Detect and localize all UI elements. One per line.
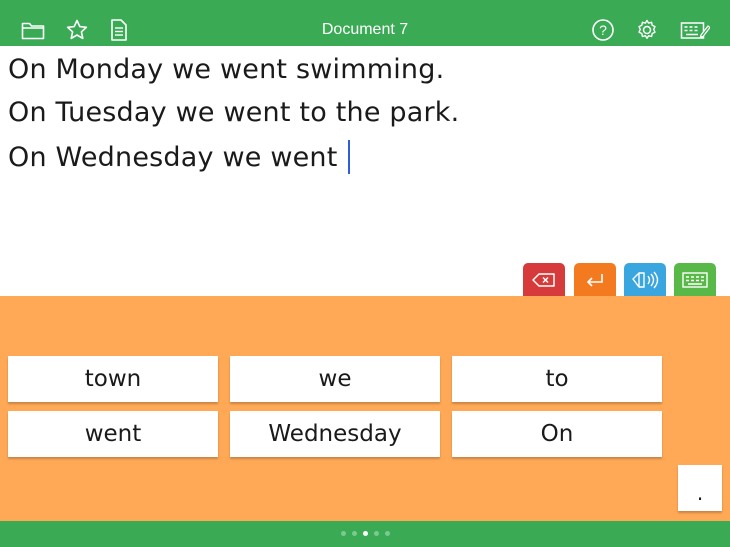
- bottom-bar: [0, 521, 730, 547]
- word-button[interactable]: went: [8, 411, 218, 457]
- word-button[interactable]: we: [230, 356, 440, 402]
- document-line: On Wednesday we went: [8, 142, 338, 173]
- page-dot[interactable]: [351, 531, 357, 536]
- speak-button[interactable]: [624, 263, 666, 297]
- backspace-icon: [532, 273, 555, 287]
- word-button[interactable]: to: [452, 356, 662, 402]
- document-editor[interactable]: On Monday we went swimming. On Tuesday w…: [0, 46, 730, 296]
- page-dot-current[interactable]: [362, 531, 368, 536]
- word-panel: [0, 296, 730, 521]
- keyboard-icon: [682, 272, 708, 288]
- document-line: On Monday we went swimming.: [8, 54, 445, 85]
- word-button[interactable]: Wednesday: [230, 411, 440, 457]
- page-dot[interactable]: [373, 531, 379, 536]
- page-dot[interactable]: [384, 531, 390, 536]
- keyboard-button[interactable]: [674, 263, 716, 297]
- delete-button[interactable]: [523, 263, 565, 297]
- return-icon: [586, 274, 603, 287]
- svg-text:?: ?: [599, 22, 607, 38]
- settings-icon[interactable]: [634, 17, 660, 43]
- word-button[interactable]: On: [452, 411, 662, 457]
- document-line-current: On Wednesday we went: [8, 140, 350, 174]
- keyboard-edit-icon[interactable]: [680, 17, 710, 43]
- speaker-icon: [632, 271, 659, 289]
- document-line: On Tuesday we went to the park.: [8, 97, 460, 128]
- word-button[interactable]: town: [8, 356, 218, 402]
- help-icon[interactable]: ?: [590, 17, 616, 43]
- punctuation-button[interactable]: .: [678, 465, 722, 511]
- page-indicator[interactable]: [0, 531, 730, 536]
- text-caret: [347, 140, 350, 174]
- document-title: Document 7: [321, 21, 409, 38]
- page-dot[interactable]: [340, 531, 346, 536]
- top-bar: Document 7 ?: [0, 0, 730, 46]
- enter-button[interactable]: [574, 263, 616, 297]
